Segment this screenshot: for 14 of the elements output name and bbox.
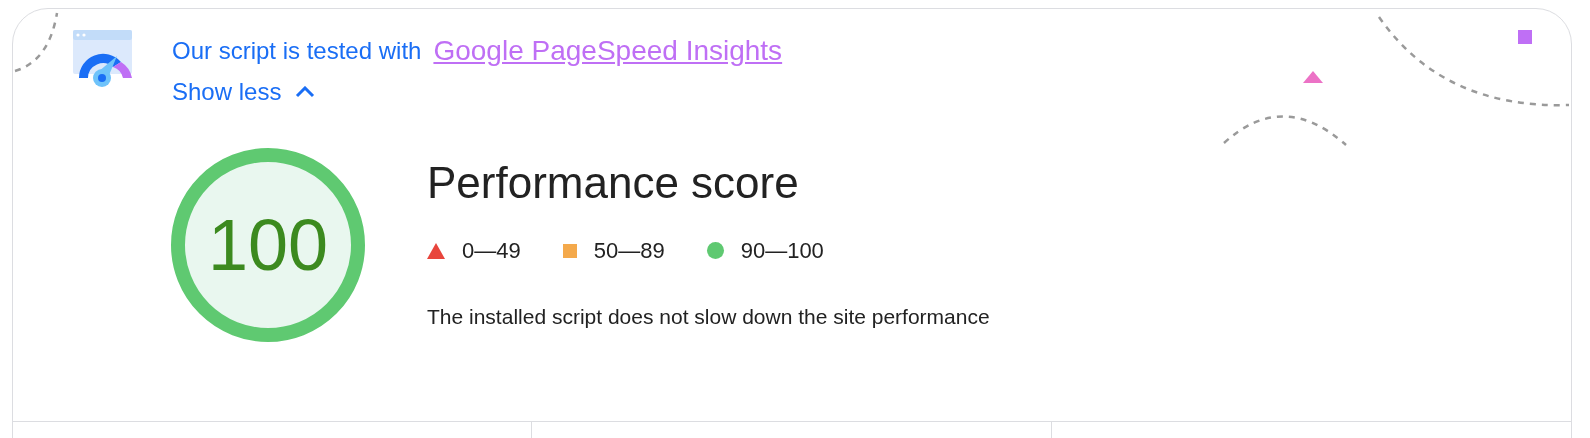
speedometer-icon (73, 30, 132, 88)
legend-label: 50—89 (593, 237, 665, 265)
score-value: 100 (207, 204, 329, 287)
pagespeed-link[interactable]: Google PageSpeed Insights (433, 30, 783, 72)
dashed-arc (14, 12, 59, 73)
description: The installed script does not slow down the site performance (427, 304, 990, 330)
performance-title: Performance score (427, 157, 800, 209)
legend-label: 90—100 (740, 237, 824, 265)
show-less-button[interactable]: Show less (172, 74, 783, 110)
triangle-icon (1303, 71, 1323, 83)
chevron-up-icon (295, 86, 316, 98)
legend-label: 0—49 (462, 237, 521, 265)
square-icon (1518, 30, 1532, 44)
notice-text: Our script is tested with (172, 36, 422, 66)
